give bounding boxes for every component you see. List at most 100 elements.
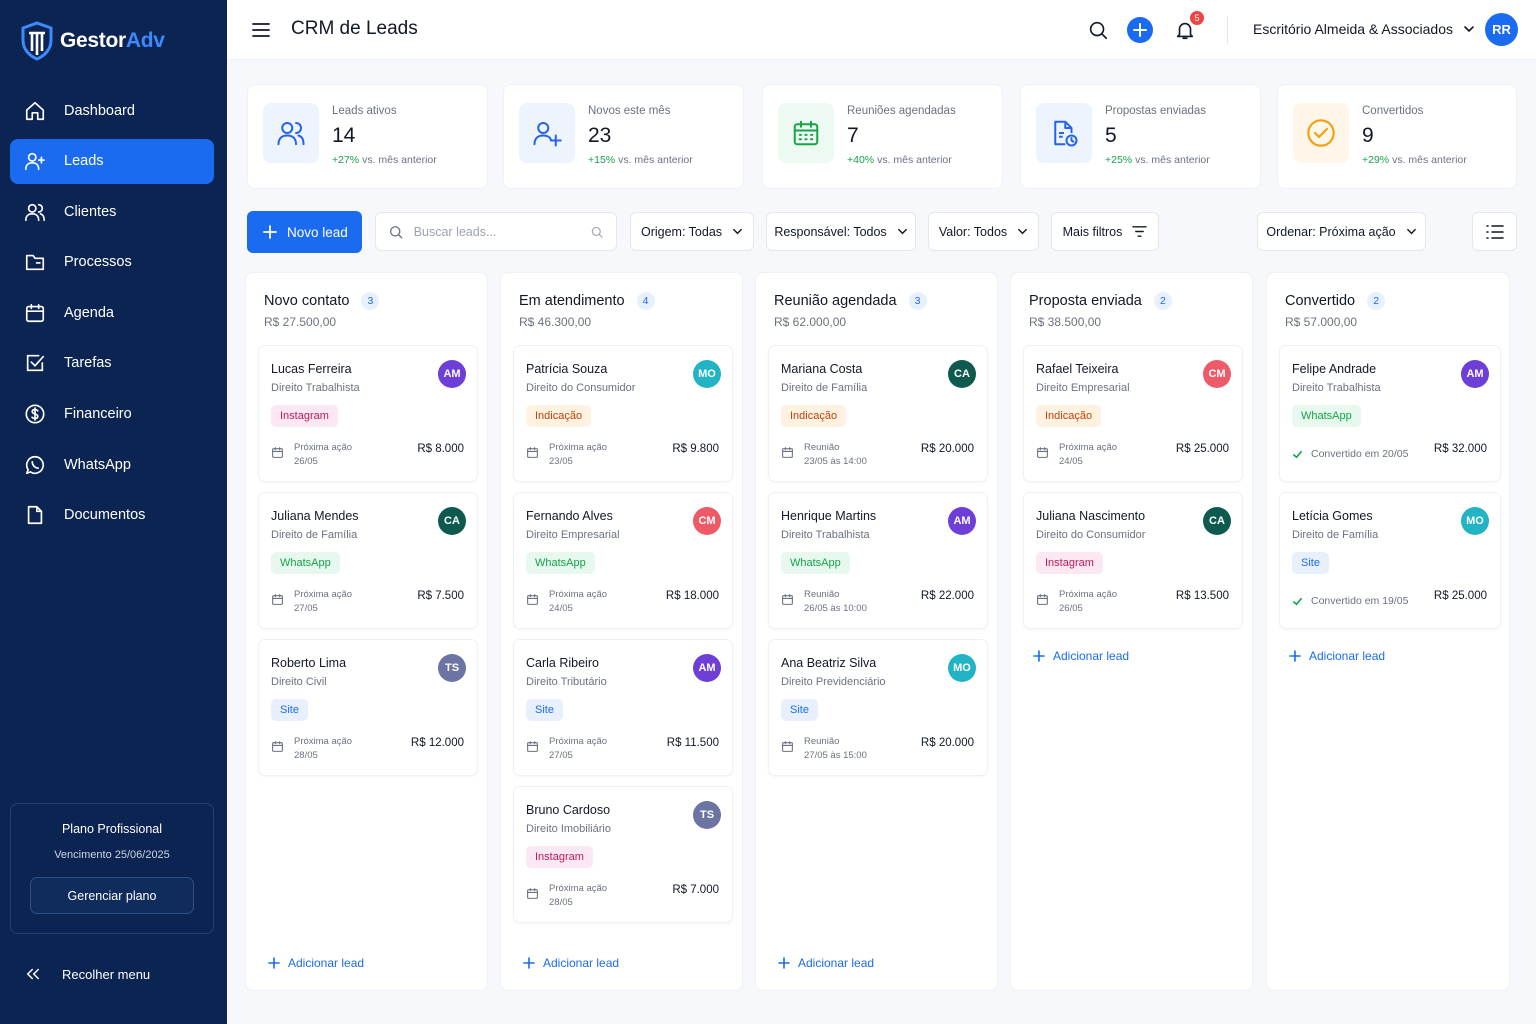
header-add-button[interactable] xyxy=(1127,17,1153,43)
sidebar-item-dashboard[interactable]: Dashboard xyxy=(10,88,214,133)
new-lead-button[interactable]: Novo lead xyxy=(247,211,362,253)
lead-practice-area: Direito de Família xyxy=(781,382,868,394)
lead-name: Carla Ribeiro xyxy=(526,656,599,670)
lead-card[interactable]: Patrícia Souza Direito do Consumidor MO Ind… xyxy=(513,345,733,482)
next-action-label: Próxima ação xyxy=(549,883,608,894)
assignee-avatar[interactable]: CA xyxy=(948,360,976,388)
add-lead-button[interactable]: Adicionar lead xyxy=(523,956,619,970)
search-icon xyxy=(1089,21,1108,40)
sort-dropdown[interactable]: Ordenar: Próxima ação xyxy=(1257,212,1426,251)
lead-name: Juliana Mendes xyxy=(271,509,359,523)
plus-icon xyxy=(263,225,277,239)
next-action: Próxima ação 26/05 xyxy=(1059,588,1117,616)
kanban-column: Em atendimento 4 R$ 46.300,00 Patrícia Souz… xyxy=(500,272,743,991)
assignee-avatar[interactable]: MO xyxy=(1461,507,1489,535)
filter-origem[interactable]: Origem: Todas xyxy=(630,212,754,251)
lead-name: Letícia Gomes xyxy=(1292,509,1373,523)
lead-source-tag: Site xyxy=(781,699,818,721)
next-action-date: 23/05 às 14:00 xyxy=(804,456,867,467)
filter-origem-label: Origem: Todas xyxy=(640,224,723,239)
plus-icon xyxy=(268,957,280,969)
lead-card[interactable]: Mariana Costa Direito de Família CA Indicaç… xyxy=(768,345,988,482)
lead-card[interactable]: Rafael Teixeira Direito Empresarial CM Indi… xyxy=(1023,345,1243,482)
sidebar-item-whatsapp[interactable]: WhatsApp xyxy=(10,442,214,487)
next-action-date: 24/05 xyxy=(549,603,573,614)
more-filters-button[interactable]: Mais filtros xyxy=(1051,212,1159,251)
add-lead-label: Adicionar lead xyxy=(1053,649,1130,663)
search-icon[interactable] xyxy=(590,225,604,239)
assignee-avatar[interactable]: TS xyxy=(693,801,721,829)
document-clock-icon xyxy=(1054,120,1078,147)
filter-valor[interactable]: Valor: Todos xyxy=(928,212,1039,251)
assignee-avatar[interactable]: CM xyxy=(1203,360,1231,388)
lead-card[interactable]: Roberto Lima Direito Civil TS Site Próxima a… xyxy=(258,639,478,776)
lead-source-tag: WhatsApp xyxy=(526,552,595,574)
lead-card[interactable]: Bruno Cardoso Direito Imobiliário TS Instag… xyxy=(513,786,733,923)
assignee-avatar[interactable]: AM xyxy=(1461,360,1489,388)
add-lead-button[interactable]: Adicionar lead xyxy=(778,956,874,970)
lead-card[interactable]: Carla Ribeiro Direito Tributário AM Site Pró… xyxy=(513,639,733,776)
organization-selector[interactable]: Escritório Almeida & Associados xyxy=(1253,21,1475,37)
sidebar-item-processos[interactable]: Processos xyxy=(10,240,214,285)
stat-label: Novos este mês xyxy=(588,105,671,117)
stat-delta-suffix: vs. mês anterior xyxy=(618,154,693,166)
search-input[interactable] xyxy=(413,224,581,239)
plan-due-date: Vencimento 25/06/2025 xyxy=(54,849,170,861)
assignee-avatar[interactable]: MO xyxy=(693,360,721,388)
stat-delta: +27% vs. mês anterior xyxy=(332,154,437,166)
sidebar-item-financeiro[interactable]: Financeiro xyxy=(10,392,214,437)
user-avatar[interactable]: RR xyxy=(1485,13,1518,46)
shield-logo-icon xyxy=(21,21,53,61)
assignee-avatar[interactable]: CA xyxy=(438,507,466,535)
stat-icon-box xyxy=(778,103,834,163)
collapse-menu-label: Recolher menu xyxy=(62,966,151,982)
add-lead-button[interactable]: Adicionar lead xyxy=(268,956,364,970)
lead-card[interactable]: Felipe Andrade Direito Trabalhista AM Whats… xyxy=(1279,345,1501,482)
brand-logo[interactable]: GestorAdv xyxy=(20,21,165,61)
sidebar-item-leads[interactable]: Leads xyxy=(10,138,214,184)
lead-name: Patrícia Souza xyxy=(526,362,608,376)
list-view-button[interactable] xyxy=(1472,212,1517,251)
hamburger-menu-button[interactable] xyxy=(251,20,271,40)
sidebar-item-documentos[interactable]: Documentos xyxy=(10,493,214,538)
stat-delta-suffix: vs. mês anterior xyxy=(877,154,952,166)
stat-card-leads-ativos: Leads ativos 14 +27% vs. mês anterior xyxy=(247,84,488,189)
converted-info: Convertido em 19/05 xyxy=(1292,595,1408,607)
add-lead-button[interactable]: Adicionar lead xyxy=(1033,649,1129,663)
sidebar-item-tarefas[interactable]: Tarefas xyxy=(10,341,214,386)
next-action-label: Próxima ação xyxy=(549,589,608,600)
filter-responsavel[interactable]: Responsável: Todos xyxy=(766,212,916,251)
sidebar-item-clientes[interactable]: Clientes xyxy=(10,189,214,234)
stat-card-novos: Novos este mês 23 +15% vs. mês anterior xyxy=(503,84,744,189)
assignee-avatar[interactable]: AM xyxy=(693,654,721,682)
lead-card[interactable]: Juliana Mendes Direito de Família CA WhatsA… xyxy=(258,492,478,629)
assignee-avatar[interactable]: TS xyxy=(438,654,466,682)
converted-date: Convertido em 19/05 xyxy=(1311,595,1409,607)
lead-card[interactable]: Juliana Nascimento Direito do Consumidor C… xyxy=(1023,492,1243,629)
next-action: Próxima ação 24/05 xyxy=(549,588,607,616)
lead-card[interactable]: Ana Beatriz Silva Direito Previdenciário M… xyxy=(768,639,988,776)
column-total-value: R$ 57.000,00 xyxy=(1285,315,1358,329)
lead-card[interactable]: Fernando Alves Direito Empresarial CM Whats… xyxy=(513,492,733,629)
lead-card[interactable]: Lucas Ferreira Direito Trabalhista AM Insta… xyxy=(258,345,478,482)
lead-card[interactable]: Letícia Gomes Direito de Família MO Site Con… xyxy=(1279,492,1501,629)
sidebar-item-agenda[interactable]: Agenda xyxy=(10,290,214,335)
collapse-menu-button[interactable]: Recolher menu xyxy=(24,965,150,983)
sidebar-nav: Dashboard Leads Clientes Processos Agend… xyxy=(10,88,214,543)
assignee-avatar[interactable]: MO xyxy=(948,654,976,682)
lead-name: Fernando Alves xyxy=(526,509,613,523)
assignee-avatar[interactable]: CM xyxy=(693,507,721,535)
add-lead-button[interactable]: Adicionar lead xyxy=(1289,649,1385,663)
assignee-avatar[interactable]: CA xyxy=(1203,507,1231,535)
manage-plan-button[interactable]: Gerenciar plano xyxy=(30,877,194,914)
lead-card[interactable]: Henrique Martins Direito Trabalhista AM Wha… xyxy=(768,492,988,629)
next-action-label: Reunião xyxy=(804,589,840,600)
lead-source-tag: Indicação xyxy=(526,405,592,427)
next-action-date: 27/05 às 15:00 xyxy=(804,750,867,761)
kanban-column: Convertido 2 R$ 57.000,00 Felipe Andrade Dir… xyxy=(1266,272,1510,991)
user-plus-icon xyxy=(25,152,45,171)
stat-card-convertidos: Convertidos 9 +29% vs. mês anterior xyxy=(1277,84,1517,189)
header-search-button[interactable] xyxy=(1087,19,1109,41)
assignee-avatar[interactable]: AM xyxy=(948,507,976,535)
assignee-avatar[interactable]: AM xyxy=(438,360,466,388)
